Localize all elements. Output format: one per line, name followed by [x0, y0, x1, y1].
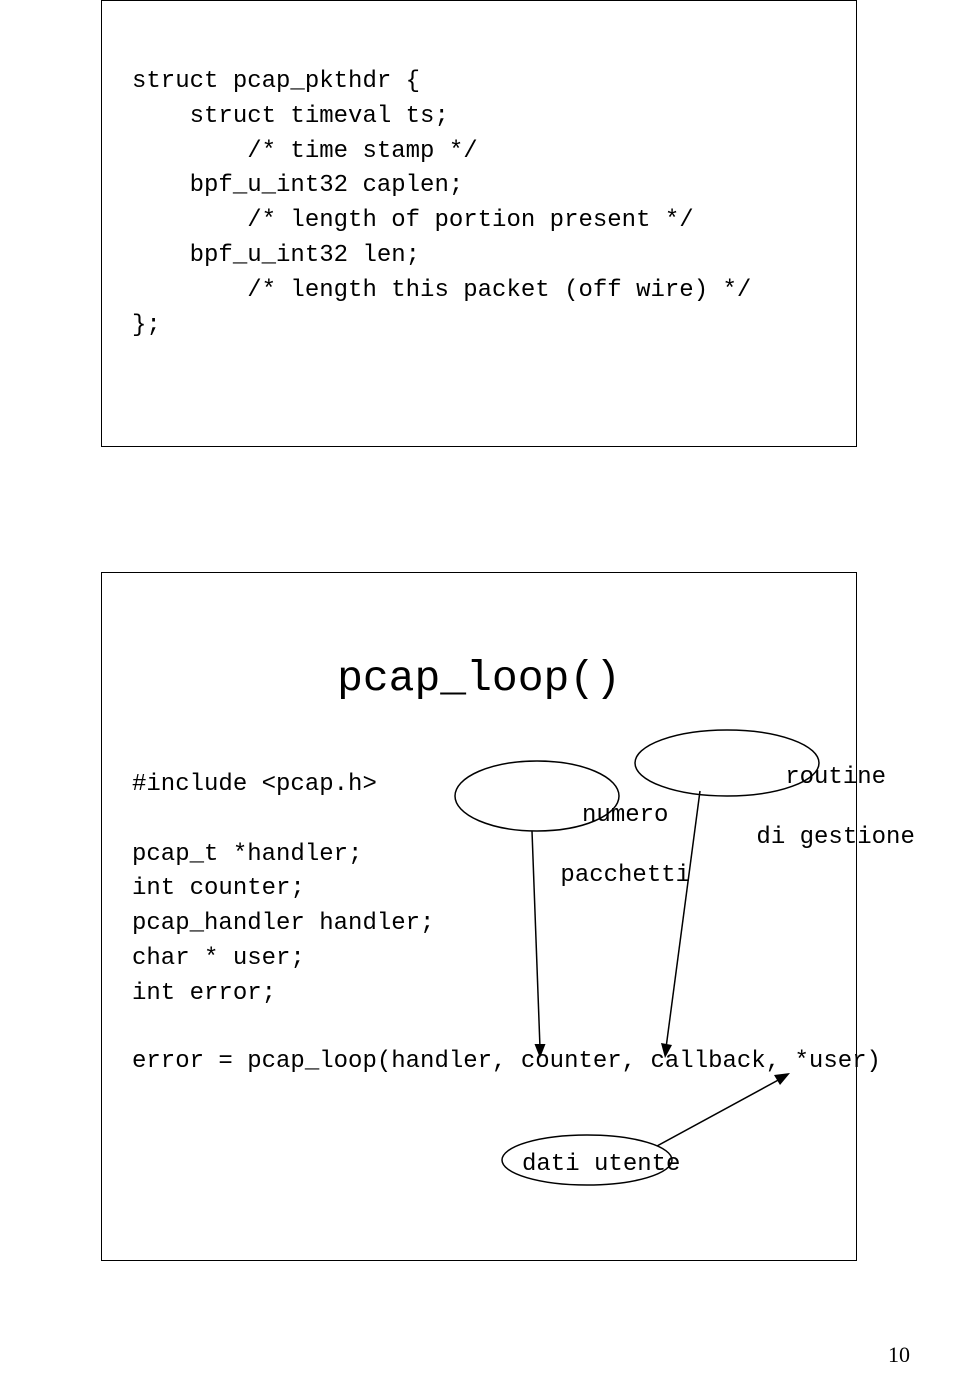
label-dati-utente: dati utente — [522, 1148, 680, 1183]
arrow-dati-line — [657, 1078, 782, 1146]
slide-pcap-loop: pcap_loop() #include <pcap.h> pcap_t *ha… — [101, 572, 857, 1261]
label-numero-line1: numero — [582, 802, 668, 829]
label-numero-pacchetti: numero pacchetti — [474, 771, 690, 921]
code-struct-pcap-pkthdr: struct pcap_pkthdr { struct timeval ts; … — [132, 65, 751, 343]
label-routine-line1: routine — [785, 764, 886, 791]
code-call-pcap-loop: error = pcap_loop(handler, counter, call… — [132, 1045, 881, 1080]
page: struct pcap_pkthdr { struct timeval ts; … — [0, 0, 960, 1394]
slide-struct-definition: struct pcap_pkthdr { struct timeval ts; … — [101, 0, 857, 447]
page-number: 10 — [888, 1342, 910, 1368]
label-routine-line2: di gestione — [756, 824, 914, 851]
label-routine-di-gestione: routine di gestione — [670, 733, 915, 883]
code-declarations: #include <pcap.h> pcap_t *handler; int c… — [132, 768, 434, 1012]
